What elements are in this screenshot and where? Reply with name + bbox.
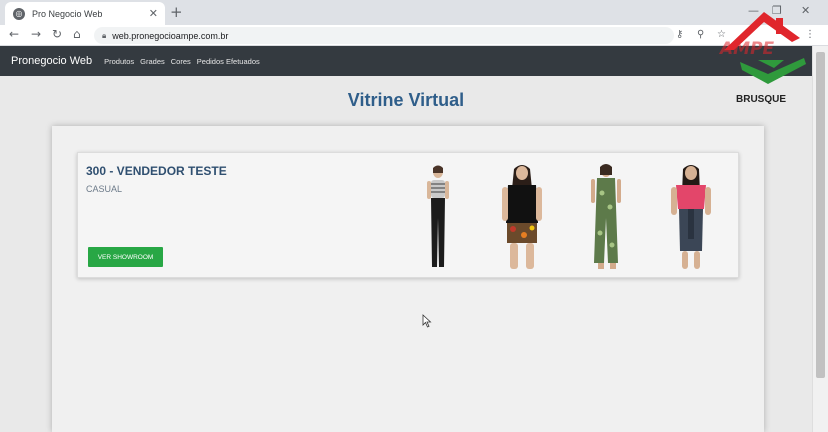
lock-icon: 🔒︎ [102, 30, 107, 40]
tab-close-icon[interactable]: ✕ [149, 7, 158, 20]
nav-link-cores[interactable]: Cores [171, 57, 191, 66]
model-photo-1[interactable] [418, 163, 458, 271]
vendor-title: 300 - VENDEDOR TESTE [86, 164, 227, 178]
key-icon[interactable]: ⚷ [676, 29, 683, 40]
home-icon[interactable]: ⌂ [73, 27, 81, 41]
model-photo-3[interactable] [584, 163, 628, 271]
model-photo-2[interactable] [496, 163, 548, 271]
forward-icon[interactable]: → [31, 27, 41, 41]
new-tab-button[interactable]: + [170, 3, 183, 21]
browser-tabstrip: ◎ Pro Negocio Web ✕ + — ❐ ✕ [0, 0, 828, 25]
scrollbar-thumb[interactable] [816, 52, 825, 378]
url-text: web.pronegocioampe.com.br [112, 30, 229, 41]
vendor-category: CASUAL [86, 184, 123, 194]
vendor-card: 300 - VENDEDOR TESTE CASUAL VER SHOWROOM [77, 152, 739, 278]
address-bar[interactable]: 🔒︎ web.pronegocioampe.com.br [94, 27, 674, 44]
svg-text:AMPE: AMPE [718, 39, 775, 59]
page-title: Vitrine Virtual [347, 90, 465, 110]
mouse-cursor-icon [422, 314, 432, 328]
nav-link-grades[interactable]: Grades [140, 57, 165, 66]
page-scrollbar[interactable] [812, 46, 828, 432]
reload-icon[interactable]: ↻ [52, 27, 62, 41]
site-navbar: Pronegocio Web Produtos Grades Cores Ped… [0, 46, 812, 76]
globe-icon: ◎ [13, 7, 25, 20]
nav-link-pedidos-efetuados[interactable]: Pedidos Efetuados [197, 57, 260, 66]
ver-showroom-button[interactable]: VER SHOWROOM [88, 247, 163, 267]
model-photo-4[interactable] [666, 163, 716, 271]
zoom-icon[interactable]: ⚲ [697, 29, 704, 40]
browser-tab[interactable]: ◎ Pro Negocio Web ✕ [5, 2, 165, 25]
tab-title: Pro Negocio Web [32, 8, 103, 19]
back-icon[interactable]: ← [9, 27, 19, 41]
ampe-logo: AMPE [718, 12, 806, 84]
nav-link-produtos[interactable]: Produtos [104, 57, 134, 66]
browser-toolbar: ← → ↻ ⌂ 🔒︎ web.pronegocioampe.com.br ⚷ ⚲… [0, 25, 828, 46]
navbar-brand[interactable]: Pronegocio Web [11, 55, 92, 67]
